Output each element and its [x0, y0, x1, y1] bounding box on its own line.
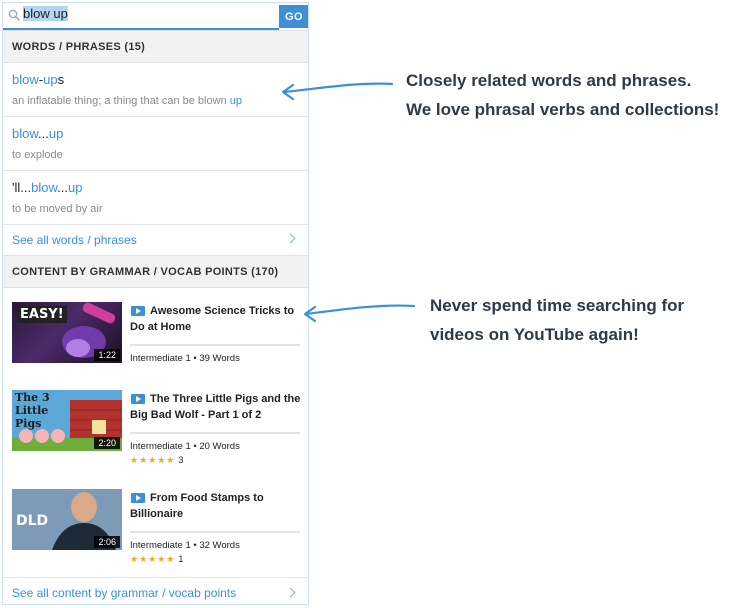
word-title: blow-ups — [12, 72, 64, 87]
video-meta: Intermediate 1 • 20 Words — [130, 441, 240, 452]
content-section-header: CONTENT BY GRAMMAR / VOCAB POINTS (170) — [3, 255, 308, 288]
see-all-content-label: See all content by grammar / vocab point… — [12, 586, 237, 600]
arrow-icon — [281, 82, 394, 101]
see-all-words-label: See all words / phrases — [12, 232, 137, 247]
annotation-line: videos on YouTube again! — [430, 325, 639, 344]
highlighted-term: up — [67, 180, 83, 195]
video-title[interactable]: Awesome Science Tricks to Do at Home — [130, 303, 302, 335]
video-duration: 2:06 — [94, 536, 120, 548]
thumbnail-caption: The 3 Little Pigs — [15, 391, 50, 430]
arrow-icon — [303, 304, 416, 323]
star-icons: ★★★★★ — [130, 455, 176, 465]
word-definition: an inflatable thing; a thing that can be… — [12, 95, 242, 107]
video-title[interactable]: From Food Stamps to Billionaire — [130, 490, 302, 522]
search-icon — [8, 9, 20, 21]
video-progress-bar — [130, 344, 300, 346]
video-title[interactable]: The Three Little Pigs and the Big Bad Wo… — [130, 391, 302, 423]
annotation-line: Never spend time searching for — [430, 296, 685, 315]
video-thumbnail[interactable]: EASY! 1:22 — [12, 302, 122, 363]
star-icons: ★★★★★ — [130, 554, 176, 564]
video-item[interactable]: DLD 2:06 From Food Stamps to Billionaire… — [3, 489, 308, 579]
video-duration: 2:20 — [94, 437, 120, 449]
thumbnail-caption: EASY! — [17, 306, 67, 323]
chevron-right-icon — [285, 587, 296, 598]
video-thumbnail[interactable]: The 3 Little Pigs 2:20 — [12, 390, 122, 451]
highlighted-term: up — [229, 95, 242, 107]
video-item[interactable]: EASY! 1:22 Awesome Science Tricks to Do … — [3, 302, 308, 392]
word-title: blow...up — [12, 126, 63, 141]
highlighted-term: up — [48, 126, 64, 141]
rating-count: 1 — [178, 554, 184, 564]
annotation-line: We love phrasal verbs and collections! — [406, 100, 720, 119]
word-definition: to be moved by air — [12, 203, 103, 215]
words-section-header: WORDS / PHRASES (15) — [3, 30, 308, 63]
video-rating: ★★★★★ 3 — [130, 455, 183, 466]
highlighted-term: blow — [12, 126, 39, 141]
text-segment: an inflatable thing; a thing that can be… — [12, 95, 230, 107]
word-title: 'll...blow...up — [12, 180, 82, 195]
video-rating: ★★★★★ 1 — [130, 554, 183, 565]
text-segment: 'll... — [12, 180, 32, 195]
see-all-content-link[interactable]: See all content by grammar / vocab point… — [3, 577, 308, 604]
text-segment: to be moved by air — [12, 203, 103, 215]
word-item[interactable]: blow-ups an inflatable thing; a thing th… — [3, 63, 308, 117]
video-progress-bar — [130, 531, 300, 533]
word-item[interactable]: 'll...blow...up to be moved by air — [3, 171, 308, 225]
search-input[interactable]: blow up — [23, 6, 275, 26]
video-meta: Intermediate 1 • 39 Words — [130, 353, 240, 364]
video-meta: Intermediate 1 • 32 Words — [130, 540, 240, 551]
video-duration: 1:22 — [94, 349, 120, 361]
text-segment: ... — [57, 180, 68, 195]
highlighted-term: up — [43, 72, 58, 87]
search-bar: blow up GO — [3, 3, 308, 30]
annotation-line: Closely related words and phrases. — [406, 71, 692, 90]
rating-count: 3 — [178, 455, 184, 465]
word-definition: to explode — [12, 149, 63, 161]
video-item[interactable]: The 3 Little Pigs 2:20 The Three Little … — [3, 390, 308, 480]
see-all-words-link[interactable]: See all words / phrases — [3, 224, 308, 255]
video-thumbnail[interactable]: DLD 2:06 — [12, 489, 122, 550]
search-results-panel: blow up GO WORDS / PHRASES (15) blow-ups… — [2, 2, 309, 605]
go-button[interactable]: GO — [279, 5, 308, 28]
thumbnail-caption: DLD — [16, 513, 49, 529]
video-progress-bar — [130, 432, 300, 434]
highlighted-term: blow — [31, 180, 58, 195]
text-segment: s — [57, 72, 65, 87]
word-item[interactable]: blow...up to explode — [3, 117, 308, 171]
annotation-videos: Never spend time searching for videos on… — [430, 291, 684, 349]
text-segment: to explode — [12, 149, 63, 161]
text-segment: ... — [38, 126, 49, 141]
annotation-words: Closely related words and phrases. We lo… — [406, 66, 719, 124]
chevron-right-icon — [285, 233, 296, 244]
highlighted-term: blow — [12, 72, 39, 87]
